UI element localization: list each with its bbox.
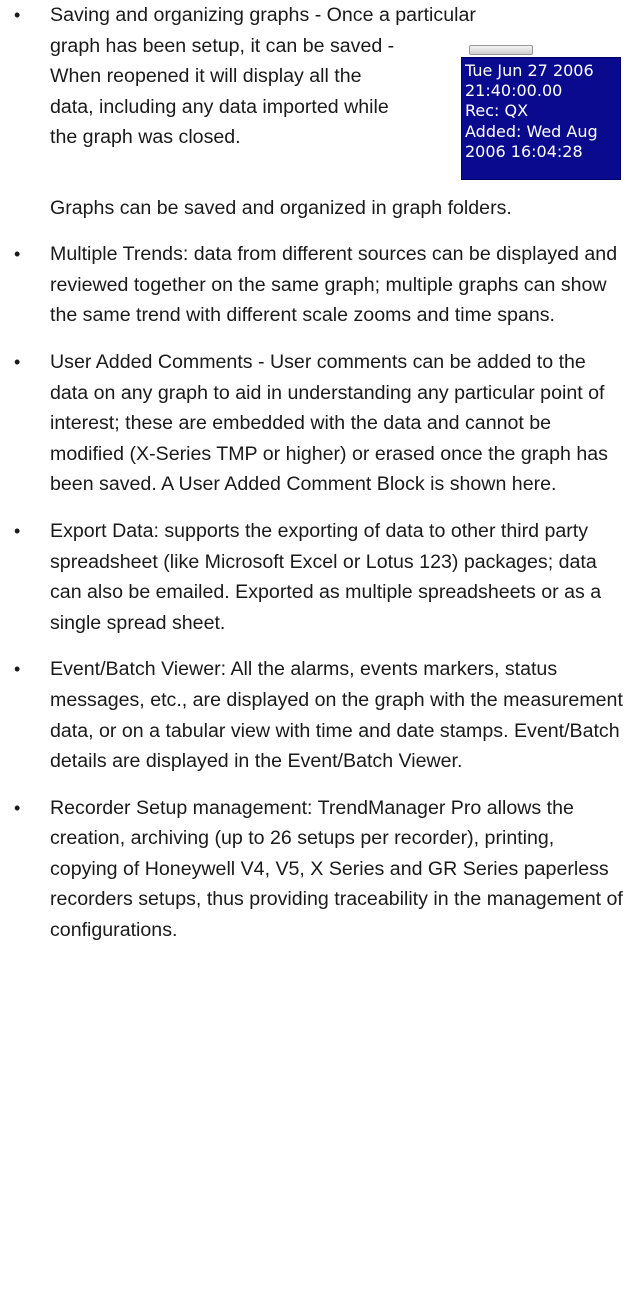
- feature-text: User Added Comments - User comments can …: [50, 350, 608, 496]
- feature-text-line: Saving and organizing graphs - Once a pa…: [50, 4, 476, 26]
- bullet-icon: •: [14, 351, 21, 372]
- feature-item-export-data: • Export Data: supports the exporting of…: [0, 516, 626, 638]
- feature-text-wrapped: graph has been setup, it can be saved - …: [50, 34, 395, 149]
- comment-block-image: Tue Jun 27 2006 21:40:00.00 Rec: QX Adde…: [461, 44, 621, 193]
- feature-item-recorder-setup: • Recorder Setup management: TrendManage…: [0, 793, 626, 946]
- comment-line: Tue Jun 27 2006: [465, 60, 594, 80]
- feature-text: Event/Batch Viewer: All the alarms, even…: [50, 658, 623, 773]
- feature-item-user-comments: • User Added Comments - User comments ca…: [0, 347, 626, 500]
- comment-line: 2006 16:04:28: [465, 142, 583, 162]
- feature-text: Multiple Trends: data from different sou…: [50, 243, 618, 327]
- feature-item-event-batch-viewer: • Event/Batch Viewer: All the alarms, ev…: [0, 654, 626, 776]
- user-comment-block: Tue Jun 27 2006 21:40:00.00 Rec: QX Adde…: [461, 56, 621, 180]
- bullet-icon: •: [14, 5, 21, 25]
- feature-text: Export Data: supports the exporting of d…: [50, 519, 602, 634]
- bullet-icon: •: [14, 520, 21, 541]
- bullet-icon: •: [14, 797, 21, 818]
- feature-wrap-block: graph has been setup, it can be saved - …: [50, 31, 626, 193]
- comment-line: Rec: QX: [465, 101, 529, 121]
- bullet-icon: •: [14, 244, 21, 265]
- comment-drag-handle: [469, 44, 533, 55]
- feature-item-saving-graphs: • Saving and organizing graphs - Once a …: [0, 0, 626, 223]
- feature-text-after: Graphs can be saved and organized in gra…: [50, 196, 512, 219]
- feature-list: • Saving and organizing graphs - Once a …: [0, 0, 626, 946]
- document-page: • Saving and organizing graphs - Once a …: [0, 0, 626, 1315]
- comment-line: Added: Wed Aug: [465, 121, 598, 141]
- comment-line: 21:40:00.00: [465, 81, 563, 100]
- feature-text: Recorder Setup management: TrendManager …: [50, 796, 623, 942]
- bullet-icon: •: [14, 659, 21, 680]
- feature-item-multiple-trends: • Multiple Trends: data from different s…: [0, 239, 626, 331]
